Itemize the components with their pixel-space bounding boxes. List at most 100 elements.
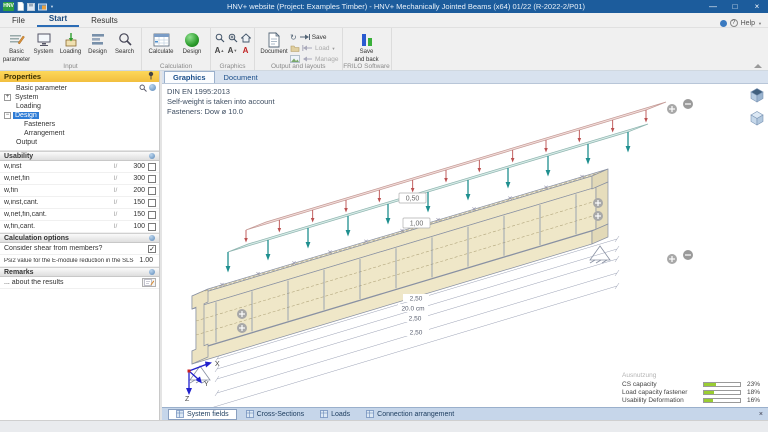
- plus-circle-icon[interactable]: [593, 198, 603, 208]
- value-cell[interactable]: 100: [126, 223, 148, 230]
- section-settings-icon[interactable]: [149, 235, 155, 241]
- tree-item-design[interactable]: − Design: [0, 111, 159, 120]
- info-icon[interactable]: [719, 19, 727, 27]
- tree-settings-icon[interactable]: [149, 84, 156, 91]
- value-cell[interactable]: 300: [126, 175, 148, 182]
- tree-item-basic-parameter[interactable]: Basic parameter: [0, 84, 159, 93]
- checkbox[interactable]: [148, 198, 156, 207]
- section-settings-icon[interactable]: [149, 269, 155, 275]
- value-cell[interactable]: 1.00: [134, 257, 156, 264]
- tab-file[interactable]: File: [0, 14, 37, 27]
- section-settings-icon[interactable]: [149, 153, 155, 159]
- maximize-button[interactable]: □: [724, 0, 746, 13]
- decor-arrowhead: [310, 218, 315, 223]
- usability-section-header: Usability: [0, 151, 159, 161]
- beam-3d-drawing: 2,50 20.0 cm 2,50 2,50 0,50 1,00 X Y Z: [185, 99, 693, 407]
- group-label-calculation: Calculation: [159, 63, 193, 70]
- tab-graphics[interactable]: Graphics: [164, 71, 215, 83]
- main-area: Properties Basic parameter + System Loadi…: [0, 71, 768, 420]
- tab-loads[interactable]: Loads: [313, 409, 357, 420]
- save-icon[interactable]: [27, 2, 35, 11]
- zoom-icon[interactable]: [214, 32, 225, 43]
- save-output-button[interactable]: ↻ Save: [290, 32, 339, 42]
- view-tab-bar: Graphics Document: [162, 71, 768, 84]
- tree-item-system[interactable]: + System: [0, 93, 159, 102]
- quick-access-dropdown-icon[interactable]: ▼: [50, 4, 54, 9]
- app-logo-icon[interactable]: HNV: [3, 2, 14, 11]
- minimize-button[interactable]: —: [702, 0, 724, 13]
- close-tab-bar-icon[interactable]: ×: [759, 411, 768, 418]
- legend-row: Load capacity fastener 18%: [622, 388, 760, 396]
- loading-button[interactable]: Loading: [57, 30, 84, 56]
- design-button[interactable]: Design: [84, 30, 111, 56]
- calculate-button[interactable]: Calculate: [145, 30, 177, 56]
- decor-arrowhead: [244, 238, 248, 243]
- psi2-row: Psi2 value for the E-module reduction in…: [0, 255, 159, 267]
- edit-remarks-button[interactable]: [142, 278, 156, 287]
- value-cell[interactable]: 150: [126, 211, 148, 218]
- help-label[interactable]: Help: [741, 20, 755, 27]
- font-decrease-icon[interactable]: A ▼: [227, 45, 238, 56]
- window-manager-icon[interactable]: [38, 3, 47, 11]
- expand-icon[interactable]: +: [4, 94, 11, 101]
- load-output-button[interactable]: Load ▼: [290, 43, 339, 53]
- utilization-bar: [703, 389, 741, 395]
- plus-circle-icon[interactable]: [237, 323, 247, 333]
- font-color-icon[interactable]: A: [240, 45, 251, 56]
- minus-circle-icon[interactable]: [683, 99, 693, 109]
- graphics-canvas[interactable]: DIN EN 1995:2013 Self-weight is taken in…: [162, 84, 768, 407]
- help-area: ? Help ▼: [719, 19, 768, 27]
- usability-row: w,fin l/200: [0, 185, 159, 197]
- collapse-icon[interactable]: −: [4, 112, 11, 119]
- document-button[interactable]: Document: [258, 30, 290, 56]
- group-label-output: Output and layouts: [270, 63, 326, 70]
- minus-circle-icon[interactable]: [683, 250, 693, 260]
- search-icon: [117, 31, 133, 48]
- value-cell[interactable]: 200: [126, 187, 148, 194]
- design-sphere-button[interactable]: Design: [177, 30, 207, 56]
- tree-item-fasteners[interactable]: Fasteners: [0, 120, 159, 129]
- close-button[interactable]: ×: [746, 0, 768, 13]
- checkbox[interactable]: [148, 162, 156, 171]
- checkbox[interactable]: [148, 222, 156, 231]
- tree-search-icon[interactable]: [139, 84, 147, 94]
- tree-item-loading[interactable]: Loading: [0, 102, 159, 111]
- help-question-icon[interactable]: ?: [729, 19, 738, 27]
- tab-start[interactable]: Start: [36, 12, 80, 27]
- note-norm: DIN EN 1995:2013: [167, 87, 230, 96]
- ribbon-collapse-icon[interactable]: [754, 64, 762, 68]
- view-3d-wire-icon[interactable]: [749, 110, 764, 126]
- checkbox-checked[interactable]: ✓: [148, 244, 156, 253]
- tree-item-output[interactable]: Output: [0, 138, 159, 147]
- view-3d-solid-icon[interactable]: [749, 87, 764, 103]
- plus-circle-icon[interactable]: [237, 309, 247, 319]
- plus-circle-icon[interactable]: [667, 104, 677, 114]
- value-cell[interactable]: 150: [126, 199, 148, 206]
- checkbox[interactable]: [148, 186, 156, 195]
- tab-connection-arrangement[interactable]: Connection arrangement: [359, 409, 461, 420]
- checkbox[interactable]: [148, 174, 156, 183]
- tab-results[interactable]: Results: [79, 14, 130, 27]
- decor-arrowhead: [577, 138, 582, 143]
- plus-circle-icon[interactable]: [593, 211, 603, 221]
- help-dropdown-icon[interactable]: ▼: [758, 21, 762, 26]
- checkbox[interactable]: [148, 210, 156, 219]
- pin-icon[interactable]: [147, 71, 155, 82]
- manage-arrow-icon: [303, 56, 312, 62]
- value-cell[interactable]: 300: [126, 163, 148, 170]
- font-increase-icon[interactable]: A ▲: [214, 45, 225, 56]
- tab-system-fields[interactable]: System fields: [168, 408, 237, 420]
- tab-cross-sections[interactable]: Cross-Sections: [239, 409, 311, 420]
- search-button[interactable]: Search: [111, 30, 138, 56]
- system-button[interactable]: System: [30, 30, 57, 56]
- plus-circle-icon[interactable]: [667, 254, 677, 264]
- save-and-back-button[interactable]: Save and back: [346, 30, 388, 63]
- zoom-home-icon[interactable]: [240, 32, 251, 43]
- new-document-icon[interactable]: [17, 2, 24, 11]
- tab-document[interactable]: Document: [216, 72, 266, 83]
- basic-parameter-icon: [9, 31, 25, 48]
- zoom-in-icon[interactable]: [227, 32, 238, 43]
- frilo-logo-icon: [359, 31, 375, 48]
- tree-item-arrangement[interactable]: Arrangement: [0, 129, 159, 138]
- basic-parameter-button[interactable]: Basic parameter: [3, 30, 30, 63]
